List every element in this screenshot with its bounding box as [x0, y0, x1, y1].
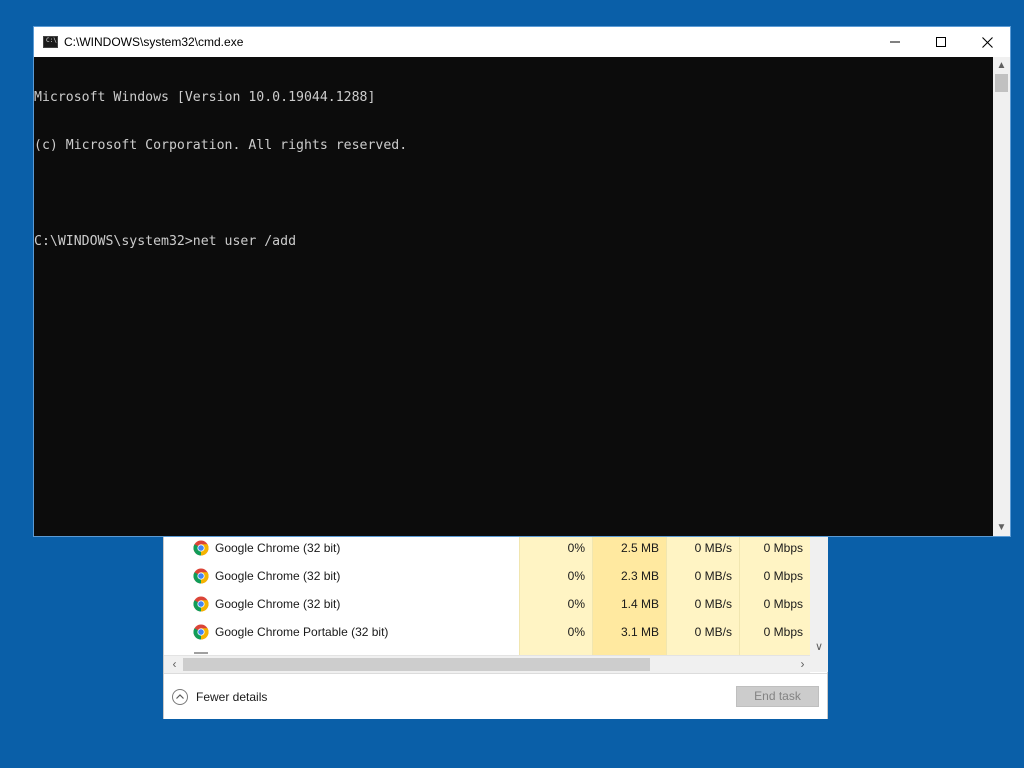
network-cell: 0 Mbps	[739, 618, 810, 646]
network-cell: 0 Mbps	[739, 562, 810, 590]
memory-cell: 3.1 MB	[592, 618, 666, 646]
scrollbar-corner	[810, 655, 828, 672]
maximize-button[interactable]	[918, 27, 964, 57]
process-name: Google Chrome (32 bit)	[215, 569, 341, 583]
process-name: Google Chrome (32 bit)	[215, 597, 341, 611]
cpu-cell: 0%	[519, 618, 592, 646]
fewer-details-label: Fewer details	[196, 690, 268, 704]
process-row[interactable]: Google Chrome Portable (32 bit) 0% 3.1 M…	[164, 618, 810, 646]
console-line: Microsoft Windows [Version 10.0.19044.12…	[34, 90, 376, 105]
cmd-console-icon[interactable]: C:\	[43, 36, 58, 48]
chrome-icon	[193, 568, 209, 584]
window-title: C:\WINDOWS\system32\cmd.exe	[64, 35, 244, 49]
process-row[interactable]: Google Chrome (32 bit) 0% 1.4 MB 0 MB/s …	[164, 590, 810, 618]
disk-cell: 0 MB/s	[666, 590, 739, 618]
process-row[interactable]: Google Chrome (32 bit) 0% 2.3 MB 0 MB/s …	[164, 562, 810, 590]
task-manager-footer: Fewer details End task	[164, 673, 827, 719]
close-button[interactable]	[964, 27, 1010, 57]
command-prompt-line[interactable]: C:\WINDOWS\system32>net user /add	[34, 234, 992, 250]
scroll-down-arrow-icon[interactable]: ▼	[993, 519, 1010, 536]
end-task-button[interactable]: End task	[736, 686, 819, 707]
task-manager-window: Google Chrome (32 bit) 0% 2.5 MB 0 MB/s …	[163, 520, 828, 719]
close-icon	[981, 36, 993, 48]
maximize-icon	[936, 37, 946, 47]
chrome-icon	[193, 624, 209, 640]
horizontal-scroll-thumb[interactable]	[183, 658, 650, 671]
process-icon-partial	[194, 652, 208, 654]
disk-cell: 0 MB/s	[666, 562, 739, 590]
scroll-left-arrow-icon[interactable]: ‹	[166, 656, 183, 673]
chrome-icon	[193, 540, 209, 556]
disk-cell: 0 MB/s	[666, 534, 739, 562]
process-name: Google Chrome (32 bit)	[215, 541, 341, 555]
process-name: Google Chrome Portable (32 bit)	[215, 625, 389, 639]
scroll-down-arrow-icon[interactable]: ∨	[810, 638, 828, 656]
chrome-icon	[193, 596, 209, 612]
process-list-horizontal-scrollbar[interactable]: ‹ ›	[164, 655, 810, 673]
fewer-details-button[interactable]: Fewer details	[172, 687, 267, 707]
scroll-right-arrow-icon[interactable]: ›	[794, 656, 811, 673]
network-cell: 0 Mbps	[739, 534, 810, 562]
disk-cell: 0 MB/s	[666, 618, 739, 646]
network-cell: 0 Mbps	[739, 590, 810, 618]
memory-cell: 2.5 MB	[592, 534, 666, 562]
cmd-window[interactable]: C:\ C:\WINDOWS\system32\cmd.exe Microsof…	[33, 26, 1011, 537]
minimize-button[interactable]	[872, 27, 918, 57]
memory-cell: 1.4 MB	[592, 590, 666, 618]
process-list-vertical-scrollbar[interactable]: ∨	[810, 521, 828, 656]
console-vertical-scrollbar[interactable]: ▲ ▼	[993, 57, 1010, 536]
process-row[interactable]: Google Chrome (32 bit) 0% 2.5 MB 0 MB/s …	[164, 534, 810, 562]
console-line: (c) Microsoft Corporation. All rights re…	[34, 138, 408, 153]
scroll-up-arrow-icon[interactable]: ▲	[993, 57, 1010, 74]
cpu-cell: 0%	[519, 590, 592, 618]
cpu-cell: 0%	[519, 562, 592, 590]
console-output[interactable]: Microsoft Windows [Version 10.0.19044.12…	[34, 58, 992, 536]
console-scroll-thumb[interactable]	[995, 74, 1008, 92]
process-list: Google Chrome (32 bit) 0% 2.5 MB 0 MB/s …	[164, 534, 810, 674]
memory-cell: 2.3 MB	[592, 562, 666, 590]
cpu-cell: 0%	[519, 534, 592, 562]
title-bar[interactable]: C:\ C:\WINDOWS\system32\cmd.exe	[34, 27, 1010, 57]
chevron-up-circle-icon	[172, 689, 188, 705]
minimize-icon	[890, 41, 900, 43]
